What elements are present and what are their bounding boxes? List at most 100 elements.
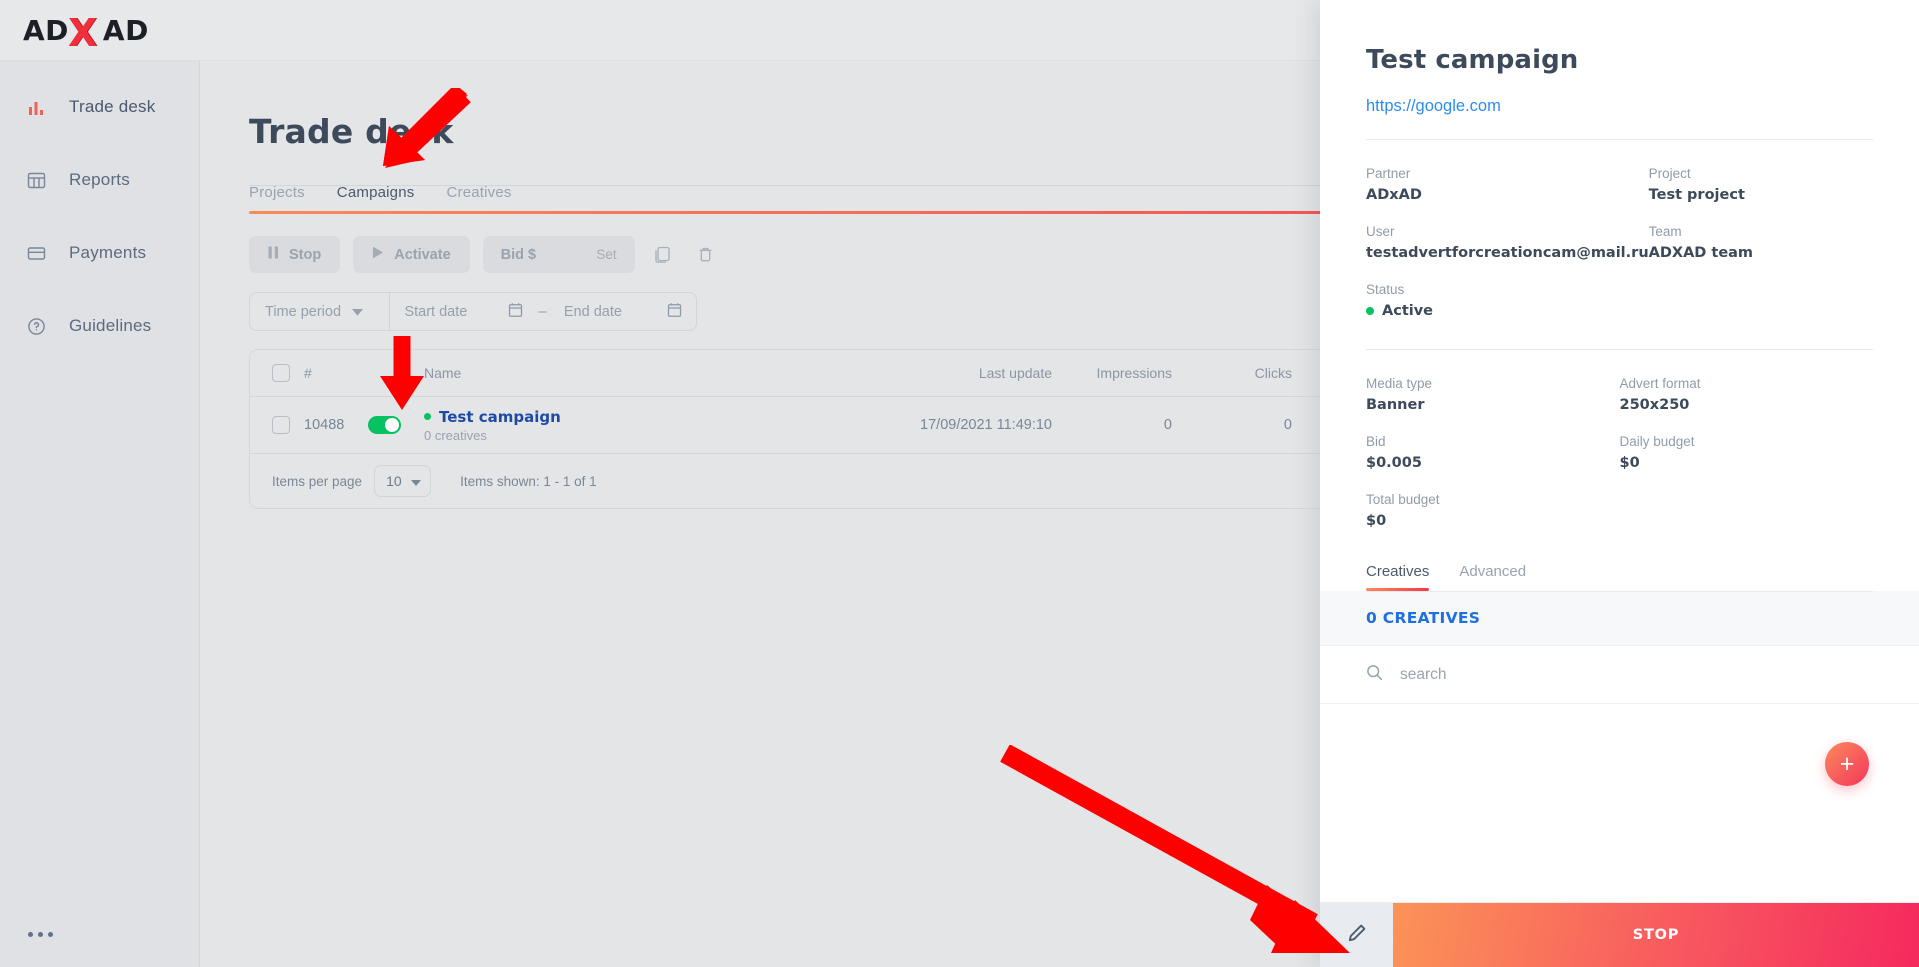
field-status-label: Status	[1366, 282, 1649, 297]
stop-button[interactable]: Stop	[249, 236, 340, 273]
panel-footer: STOP	[1320, 902, 1919, 967]
select-all-cell	[250, 364, 304, 382]
row-impressions: 0	[1060, 417, 1180, 433]
dot	[38, 932, 43, 937]
tab-campaigns[interactable]: Campaigns	[337, 184, 415, 214]
campaign-detail-panel: Test campaign https://google.com Partner…	[1320, 0, 1919, 967]
logo[interactable]: AD AD X	[23, 14, 149, 47]
field-partner-value: ADxAD	[1366, 187, 1649, 203]
activate-button[interactable]: Activate	[353, 236, 469, 273]
field-advert-format-value: 250x250	[1620, 397, 1874, 413]
field-user-label: User	[1366, 224, 1649, 239]
status-dot-icon	[1366, 307, 1374, 315]
panel-tab-creatives-label: Creatives	[1366, 563, 1429, 580]
field-bid-value: $0.005	[1366, 455, 1620, 471]
column-header-clicks: Clicks	[1180, 365, 1300, 381]
panel-tabs: Creatives Advanced	[1366, 563, 1919, 591]
stop-button-label: Stop	[289, 247, 321, 263]
select-all-checkbox[interactable]	[272, 364, 290, 382]
field-media-type-value: Banner	[1366, 397, 1620, 413]
calendar-icon	[667, 302, 682, 322]
bar-chart-icon	[23, 94, 49, 120]
field-status: Status Active	[1366, 282, 1649, 319]
campaign-creatives-count: 0 creatives	[424, 428, 890, 443]
bid-label: Bid $	[501, 247, 536, 263]
chevron-down-icon	[411, 473, 421, 489]
time-period-select[interactable]: Time period	[250, 293, 389, 330]
panel-info-grid: Partner ADxAD Project Test project User …	[1366, 166, 1873, 319]
panel-title: Test campaign	[1366, 45, 1919, 75]
sidebar: Trade desk Reports Payments	[0, 61, 200, 967]
panel-divider-2	[1366, 349, 1873, 350]
row-checkbox[interactable]	[272, 416, 290, 434]
creatives-search-placeholder: search	[1400, 666, 1447, 684]
date-range-separator: –	[539, 303, 547, 320]
edit-campaign-button[interactable]	[1320, 903, 1393, 967]
copy-icon[interactable]	[648, 240, 678, 270]
search-icon	[1366, 664, 1383, 686]
panel-url-link[interactable]: https://google.com	[1366, 97, 1919, 116]
question-circle-icon	[23, 313, 49, 339]
bid-set-label: Set	[596, 247, 616, 262]
sidebar-item-payments[interactable]: Payments	[0, 233, 199, 273]
tab-creatives[interactable]: Creatives	[446, 184, 511, 214]
field-user-value: testadvertforcreationcam@mail.ru	[1366, 245, 1649, 261]
row-last-update: 17/09/2021 11:49:10	[890, 417, 1060, 433]
field-spacer-2	[1620, 492, 1874, 529]
creatives-count-label: 0 CREATIVES	[1366, 609, 1480, 627]
tab-projects[interactable]: Projects	[249, 184, 305, 214]
activate-button-label: Activate	[394, 247, 450, 263]
bid-input[interactable]: Bid $ Set	[483, 236, 635, 273]
panel-tab-advanced[interactable]: Advanced	[1459, 563, 1526, 591]
panel-divider	[1366, 139, 1873, 140]
field-total-budget: Total budget $0	[1366, 492, 1620, 529]
dot	[48, 932, 53, 937]
field-total-budget-label: Total budget	[1366, 492, 1620, 507]
start-date-input[interactable]: Start date	[389, 302, 536, 322]
table-icon	[23, 167, 49, 193]
sidebar-label-guidelines: Guidelines	[69, 316, 151, 336]
logo-x-icon: X	[68, 11, 97, 55]
creatives-search-row[interactable]: search	[1320, 646, 1919, 704]
field-user: User testadvertforcreationcam@mail.ru	[1366, 224, 1649, 261]
campaign-enable-toggle[interactable]	[368, 416, 401, 434]
stop-campaign-button[interactable]: STOP	[1393, 903, 1919, 967]
campaign-name-link[interactable]: Test campaign	[439, 408, 561, 426]
sidebar-more-button[interactable]	[28, 932, 53, 937]
add-creative-button[interactable]: +	[1825, 742, 1869, 786]
items-per-page-select[interactable]: 10	[374, 465, 431, 497]
sidebar-item-reports[interactable]: Reports	[0, 160, 199, 200]
field-team: Team ADXAD team	[1649, 224, 1873, 261]
field-project-label: Project	[1649, 166, 1873, 181]
trash-icon[interactable]	[691, 240, 721, 270]
creatives-count-bar: 0 CREATIVES	[1320, 591, 1919, 646]
row-status-dot	[424, 413, 431, 420]
sidebar-label-trade-desk: Trade desk	[69, 97, 155, 117]
row-toggle-cell	[368, 416, 424, 434]
field-team-label: Team	[1649, 224, 1873, 239]
status-badge: Active	[1366, 303, 1649, 319]
field-advert-format: Advert format 250x250	[1620, 376, 1874, 413]
field-spacer	[1649, 282, 1873, 319]
logo-text-left: AD	[23, 14, 69, 47]
field-daily-budget: Daily budget $0	[1620, 434, 1874, 471]
credit-card-icon	[23, 240, 49, 266]
sidebar-item-guidelines[interactable]: Guidelines	[0, 306, 199, 346]
panel-settings-grid: Media type Banner Advert format 250x250 …	[1366, 376, 1873, 529]
items-per-page-label: Items per page	[272, 474, 362, 489]
start-date-placeholder: Start date	[404, 304, 467, 320]
calendar-icon	[508, 302, 523, 322]
end-date-input[interactable]: End date	[549, 302, 696, 322]
field-partner: Partner ADxAD	[1366, 166, 1649, 203]
column-header-id: #	[304, 365, 368, 381]
sidebar-item-trade-desk[interactable]: Trade desk	[0, 87, 199, 127]
field-media-type: Media type Banner	[1366, 376, 1620, 413]
items-shown-label: Items shown: 1 - 1 of 1	[460, 474, 597, 489]
panel-tab-creatives[interactable]: Creatives	[1366, 563, 1429, 591]
row-id: 10488	[304, 417, 368, 433]
field-partner-label: Partner	[1366, 166, 1649, 181]
field-bid: Bid $0.005	[1366, 434, 1620, 471]
end-date-placeholder: End date	[564, 304, 622, 320]
field-advert-format-label: Advert format	[1620, 376, 1874, 391]
column-header-impressions: Impressions	[1060, 365, 1180, 381]
